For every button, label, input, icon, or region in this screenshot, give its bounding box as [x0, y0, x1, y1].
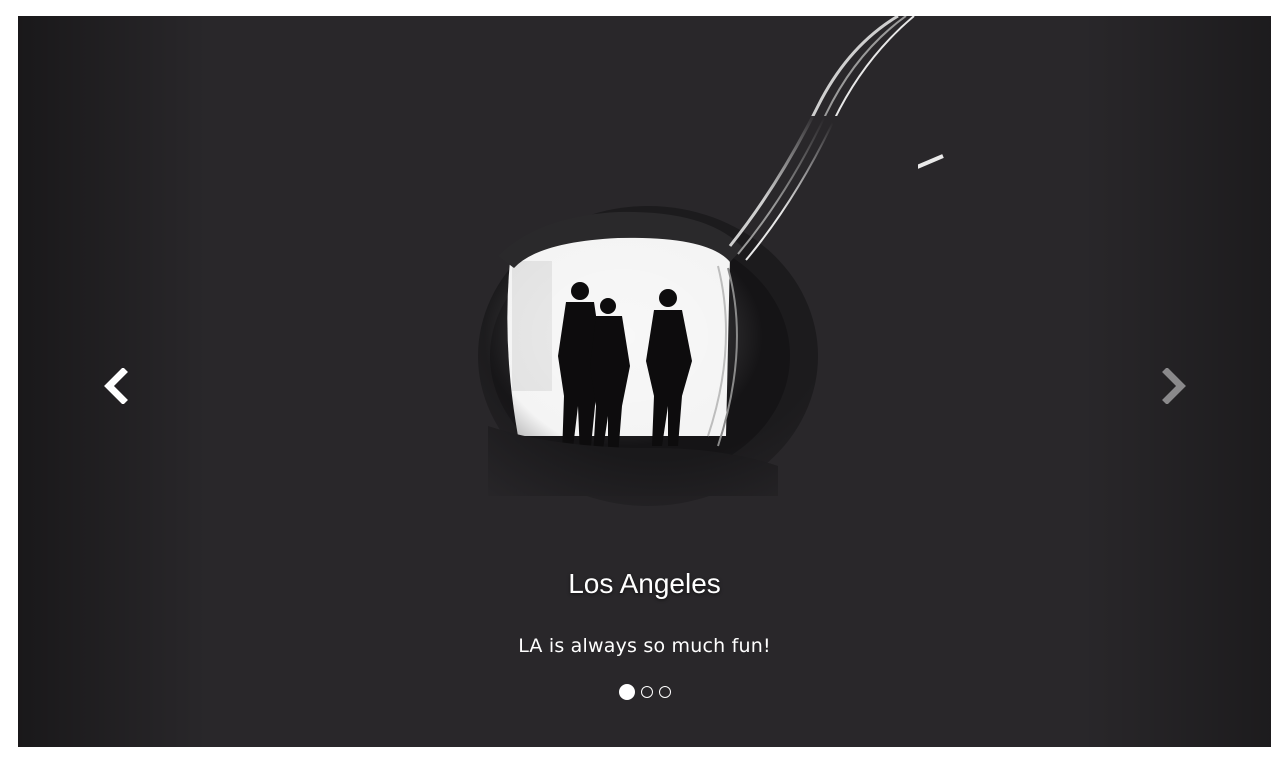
next-slide-button[interactable]	[1144, 356, 1204, 416]
previous-slide-button[interactable]	[86, 356, 146, 416]
slide-indicator-2[interactable]	[640, 686, 653, 698]
chevron-left-icon	[104, 368, 128, 404]
slide-indicator-1[interactable]	[618, 684, 635, 700]
slide-caption: LA is always so much fun!	[518, 635, 771, 657]
slide-indicators	[18, 684, 1271, 700]
image-carousel: Los Angeles LA is always so much fun!	[18, 16, 1271, 747]
slide-title: Los Angeles	[568, 568, 721, 599]
slide-indicator-3[interactable]	[658, 686, 671, 698]
chevron-right-icon	[1162, 368, 1186, 404]
